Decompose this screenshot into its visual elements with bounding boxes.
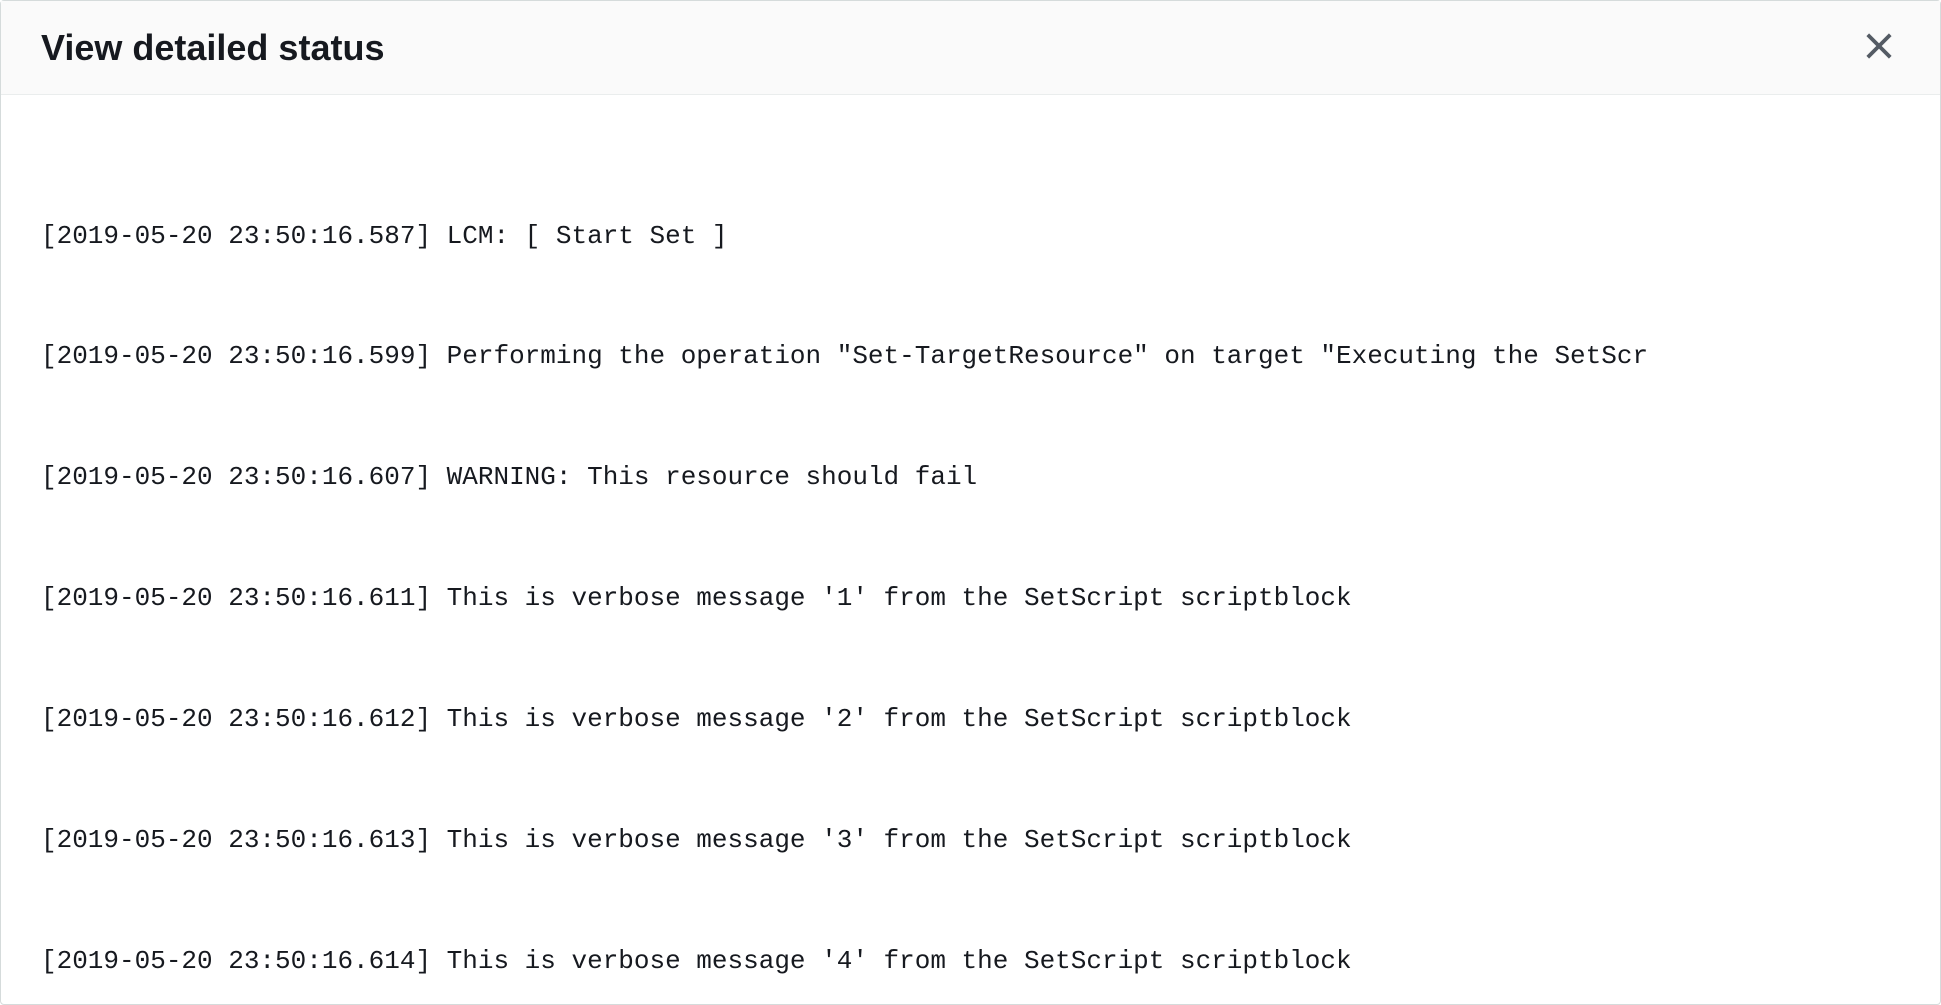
panel-header: View detailed status xyxy=(1,1,1940,95)
log-line: [2019-05-20 23:50:16.611] This is verbos… xyxy=(41,578,1900,618)
panel-body: [2019-05-20 23:50:16.587] LCM: [ Start S… xyxy=(1,95,1940,1004)
log-line: [2019-05-20 23:50:16.612] This is verbos… xyxy=(41,699,1900,739)
log-line: [2019-05-20 23:50:16.614] This is verbos… xyxy=(41,941,1900,981)
close-icon xyxy=(1864,31,1894,64)
log-line: [2019-05-20 23:50:16.599] Performing the… xyxy=(41,336,1900,376)
close-button[interactable] xyxy=(1858,25,1900,70)
log-line: [2019-05-20 23:50:16.587] LCM: [ Start S… xyxy=(41,216,1900,256)
log-line: [2019-05-20 23:50:16.607] WARNING: This … xyxy=(41,457,1900,497)
log-output: [2019-05-20 23:50:16.587] LCM: [ Start S… xyxy=(41,135,1900,1004)
detailed-status-panel: View detailed status [2019-05-20 23:50:1… xyxy=(0,0,1941,1005)
log-line: [2019-05-20 23:50:16.613] This is verbos… xyxy=(41,820,1900,860)
panel-title: View detailed status xyxy=(41,27,384,69)
